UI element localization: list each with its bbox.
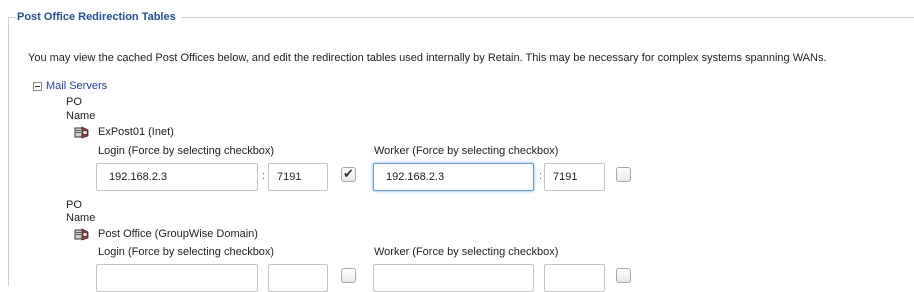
worker-force-checkbox[interactable] [616,167,631,182]
check-icon: ✔ [343,166,354,181]
section-description: You may view the cached Post Offices bel… [28,52,827,64]
worker-port-input[interactable] [544,264,605,292]
server-icon [74,228,89,241]
server-icon [74,126,89,139]
post-office-name: Post Office (GroupWise Domain) [98,228,258,240]
login-force-checkbox[interactable] [341,268,356,283]
po-label: PO [66,96,82,108]
post-office-row: ExPost01 (Inet) [74,124,174,140]
tree-node-label[interactable]: Mail Servers [46,80,107,92]
worker-ip-input[interactable] [373,264,534,292]
port-separator: : [262,170,266,182]
port-separator: : [539,170,543,182]
name-label: Name [66,212,96,224]
po-label: PO [66,199,82,211]
login-port-input[interactable] [268,163,328,191]
login-port-input[interactable] [268,264,328,292]
worker-label: Worker (Force by selecting checkbox) [374,246,559,258]
post-office-name: ExPost01 (Inet) [98,126,174,138]
worker-label: Worker (Force by selecting checkbox) [374,145,559,157]
post-office-row: Post Office (GroupWise Domain) [74,226,258,242]
worker-port-input[interactable] [544,163,605,191]
collapse-icon[interactable] [33,81,42,91]
login-label: Login (Force by selecting checkbox) [98,246,275,258]
section-title: Post Office Redirection Tables [16,10,181,24]
name-label: Name [66,110,96,122]
login-force-checkbox[interactable]: ✔ [341,166,356,182]
login-label: Login (Force by selecting checkbox) [98,145,275,157]
login-ip-input[interactable] [96,264,258,292]
login-ip-input[interactable] [96,163,258,191]
tree-node-mail-servers[interactable]: Mail Servers [33,79,107,93]
worker-force-checkbox[interactable] [616,268,631,283]
worker-ip-input[interactable] [373,163,534,191]
